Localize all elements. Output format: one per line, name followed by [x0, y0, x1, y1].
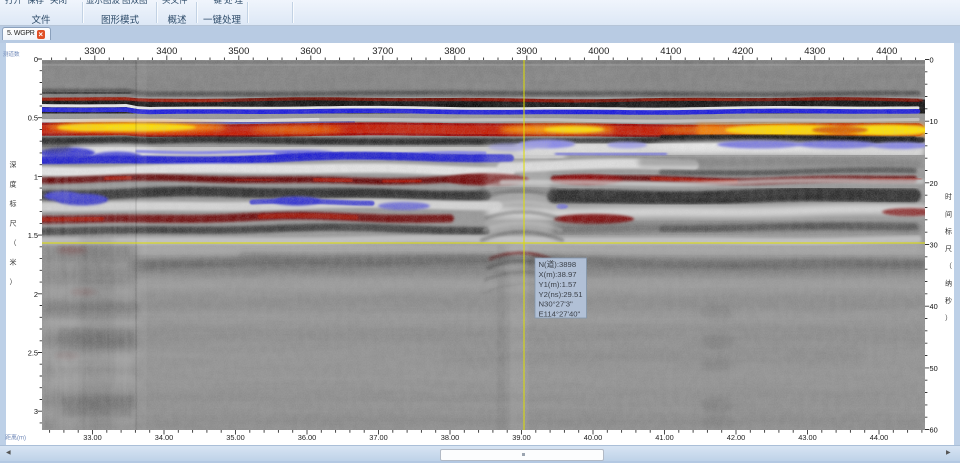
svg-text:4000: 4000	[588, 46, 609, 57]
svg-text:时: 时	[945, 192, 952, 201]
svg-text:1.5: 1.5	[28, 231, 38, 240]
svg-text:X(m):38.97: X(m):38.97	[539, 270, 577, 279]
svg-text:距离(m): 距离(m)	[5, 434, 26, 442]
svg-text:0: 0	[34, 55, 38, 64]
svg-text:3500: 3500	[228, 46, 249, 57]
svg-text:1: 1	[34, 172, 38, 181]
svg-text:20: 20	[930, 179, 938, 188]
svg-text:Y1(m):1.57: Y1(m):1.57	[539, 280, 577, 289]
svg-text:（: （	[945, 262, 952, 270]
svg-text:纳: 纳	[945, 279, 952, 288]
svg-text:10: 10	[930, 117, 938, 126]
svg-text:3900: 3900	[516, 46, 537, 57]
svg-text:3600: 3600	[300, 46, 321, 57]
svg-text:标: 标	[945, 227, 952, 236]
svg-text:3300: 3300	[84, 46, 105, 57]
svg-text:）: ）	[945, 314, 952, 322]
svg-text:N(道):3898: N(道):3898	[539, 259, 577, 269]
svg-text:0.5: 0.5	[28, 114, 38, 123]
svg-text:3: 3	[34, 407, 38, 416]
svg-text:尺: 尺	[10, 220, 17, 228]
svg-text:间: 间	[945, 210, 952, 218]
svg-text:4200: 4200	[732, 46, 753, 57]
svg-text:4300: 4300	[804, 46, 825, 57]
svg-text:深: 深	[10, 160, 17, 169]
svg-text:标: 标	[10, 199, 17, 208]
svg-text:尺: 尺	[945, 245, 952, 253]
svg-text:30: 30	[930, 241, 938, 250]
svg-text:N30°27'3": N30°27'3"	[539, 300, 573, 309]
svg-text:50: 50	[930, 364, 938, 373]
svg-text:40: 40	[930, 302, 938, 311]
svg-text:0: 0	[930, 56, 934, 65]
svg-text:Y2(ns):29.51: Y2(ns):29.51	[539, 290, 583, 299]
svg-text:米: 米	[10, 258, 17, 267]
svg-text:度: 度	[10, 180, 17, 189]
svg-text:2.5: 2.5	[28, 349, 38, 358]
svg-text:60: 60	[930, 426, 938, 435]
svg-text:测道数: 测道数	[3, 50, 20, 58]
svg-text:4100: 4100	[660, 46, 681, 57]
svg-text:秒: 秒	[945, 296, 952, 305]
svg-text:4400: 4400	[876, 46, 897, 57]
svg-text:）: ）	[10, 278, 17, 286]
svg-text:3700: 3700	[372, 46, 393, 57]
svg-text:3800: 3800	[444, 46, 465, 57]
svg-text:（: （	[10, 239, 17, 247]
svg-text:E114°27'40": E114°27'40"	[539, 309, 581, 318]
svg-text:2: 2	[34, 290, 38, 299]
svg-text:3400: 3400	[156, 46, 177, 57]
